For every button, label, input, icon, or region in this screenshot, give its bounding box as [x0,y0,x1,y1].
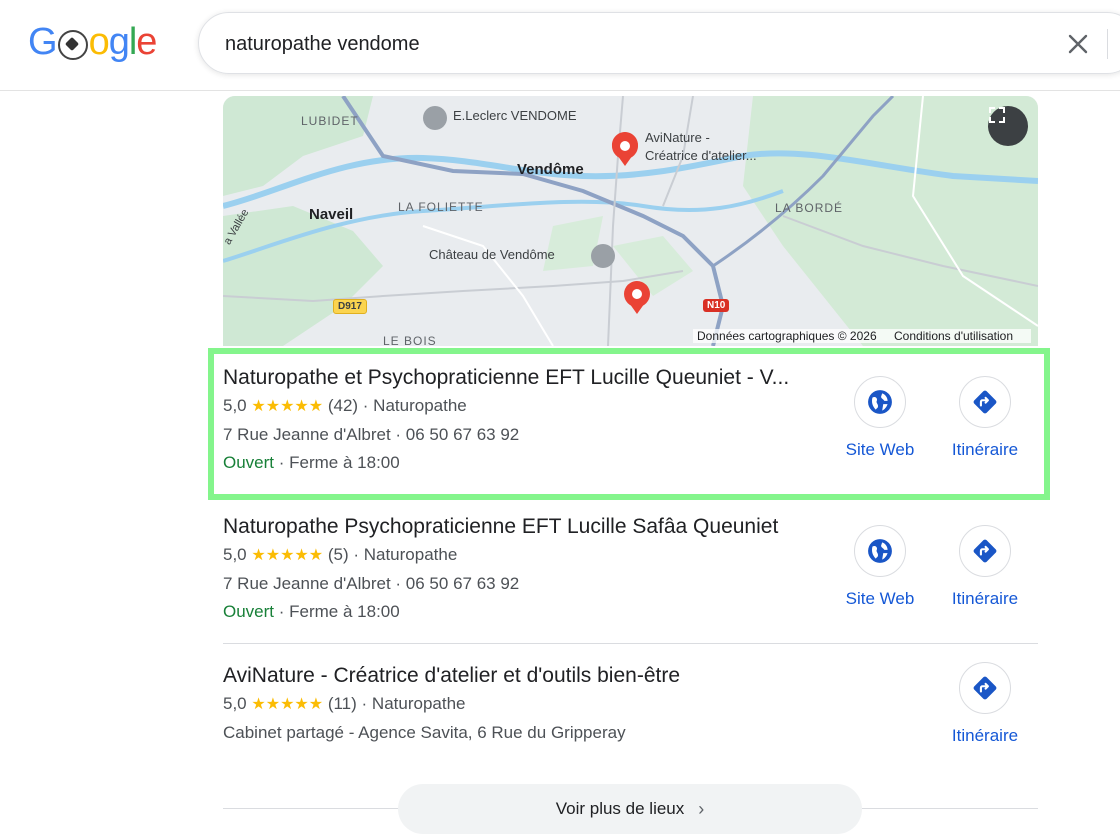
open-status: Ouvert [223,453,275,472]
star-rating-icon: ★★★★★ [251,696,324,713]
map-footer: Données cartographiques © 2026 Condition… [693,329,1032,343]
result-item[interactable]: Naturopathe Psychopraticienne EFT Lucill… [223,513,1038,626]
result-title[interactable]: Naturopathe et Psychopraticienne EFT Luc… [223,364,833,392]
directions-icon [973,539,997,563]
result-category: Naturopathe [363,545,458,564]
globe-icon [868,539,892,563]
map-label-le-bois: LE BOIS [383,334,437,346]
closing-time: · Ferme à 18:00 [274,453,400,472]
directions-button[interactable]: Itinéraire [930,662,1040,746]
rating-value: 5,0 [223,694,247,713]
directions-label: Itinéraire [951,589,1019,608]
map-label-foliette: LA FOLIETTE [398,200,484,214]
header: Gogle [0,0,1120,91]
map[interactable]: LUBIDET E.Leclerc VENDOME AviNature - Cr… [223,96,1038,346]
map-label-naveil: Naveil [309,206,354,223]
map-label-vendome: Vendôme [517,161,584,178]
directions-icon [973,390,997,414]
map-terms-link[interactable]: Conditions d'utilisation [894,329,1013,343]
soccer-ball-icon [57,30,88,60]
directions-button[interactable]: Itinéraire [930,525,1040,609]
result-title[interactable]: Naturopathe Psychopraticienne EFT Lucill… [223,513,843,541]
search-input[interactable] [223,27,1047,61]
map-label-lubidet: LUBIDET [301,114,359,128]
result-item[interactable]: AviNature - Créatrice d'atelier et d'out… [223,662,1038,747]
result-rating-line: 5,0 ★★★★★ (11) · Naturopathe [223,694,466,713]
website-label: Site Web [845,440,915,459]
closing-time: · Ferme à 18:00 [274,602,400,621]
map-label-chateau[interactable]: Château de Vendôme [429,247,555,262]
more-places-label: Voir plus de lieux [555,799,685,818]
search-divider [1107,29,1108,59]
result-item[interactable]: Naturopathe et Psychopraticienne EFT Luc… [223,364,1038,477]
review-count[interactable]: (5) [328,545,349,564]
close-icon [1068,34,1088,54]
review-count[interactable]: (11) [328,694,357,713]
open-status: Ouvert [223,602,275,621]
rating-value: 5,0 [223,545,247,564]
google-logo[interactable]: Gogle [28,22,157,62]
road-badge-d917: D917 [333,299,367,314]
star-rating-icon: ★★★★★ [251,398,324,415]
result-category: Naturopathe [373,396,467,415]
map-label-avinature-line2: Créatrice d'atelier... [645,148,757,163]
map-label-borde: LA BORDÉ [775,201,844,215]
rating-value: 5,0 [223,396,247,415]
expand-map-button[interactable] [988,106,1028,146]
directions-label: Itinéraire [951,440,1019,459]
directions-icon [973,676,997,700]
result-title[interactable]: AviNature - Créatrice d'atelier et d'out… [223,662,833,690]
directions-label: Itinéraire [951,726,1019,745]
search-box [198,12,1120,74]
map-label-avinature[interactable]: AviNature - [645,130,710,145]
clear-search-button[interactable] [1063,29,1093,59]
globe-icon [868,390,892,414]
directions-button[interactable]: Itinéraire [930,376,1040,460]
website-label: Site Web [845,589,915,608]
star-rating-icon: ★★★★★ [251,547,324,564]
road-badge-n10: N10 [703,299,730,312]
result-divider [223,643,1038,644]
result-category: Naturopathe [371,694,466,713]
website-button[interactable]: Site Web [825,376,935,460]
review-count[interactable]: (42) [328,396,358,415]
more-places-button[interactable]: Voir plus de lieux › [398,784,862,834]
map-data-credit: Données cartographiques © 2026 [697,329,877,343]
result-address: Cabinet partagé - Agence Savita, 6 Rue d… [223,723,626,742]
chevron-right-icon: › [698,798,705,819]
website-button[interactable]: Site Web [825,525,935,609]
map-label-leclerc[interactable]: E.Leclerc VENDOME [453,108,577,123]
expand-icon [989,107,1005,123]
